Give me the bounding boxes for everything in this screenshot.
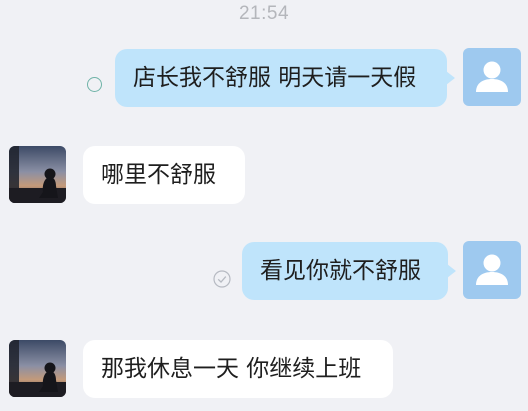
message-status-icon — [87, 77, 102, 92]
default-user-icon — [476, 254, 508, 285]
message-bubble-incoming[interactable]: 哪里不舒服 — [83, 146, 245, 204]
message-text: 那我休息一天 你继续上班 — [101, 356, 362, 382]
message-text: 看见你就不舒服 — [260, 258, 421, 284]
contact-avatar[interactable] — [9, 340, 66, 397]
chat-timestamp: 21:54 — [238, 3, 290, 24]
my-avatar[interactable] — [463, 48, 521, 106]
contact-photo-image — [9, 146, 66, 203]
message-text: 哪里不舒服 — [101, 162, 216, 188]
message-bubble-outgoing[interactable]: 店长我不舒服 明天请一天假 — [115, 49, 455, 107]
my-avatar[interactable] — [463, 241, 521, 299]
message-text: 店长我不舒服 明天请一天假 — [133, 65, 417, 91]
read-check-icon — [213, 270, 231, 288]
message-bubble-outgoing[interactable]: 看见你就不舒服 — [242, 242, 456, 300]
contact-avatar[interactable] — [9, 146, 66, 203]
message-bubble-incoming[interactable]: 那我休息一天 你继续上班 — [83, 340, 393, 398]
default-user-icon — [476, 61, 508, 92]
contact-photo-image — [9, 340, 66, 397]
